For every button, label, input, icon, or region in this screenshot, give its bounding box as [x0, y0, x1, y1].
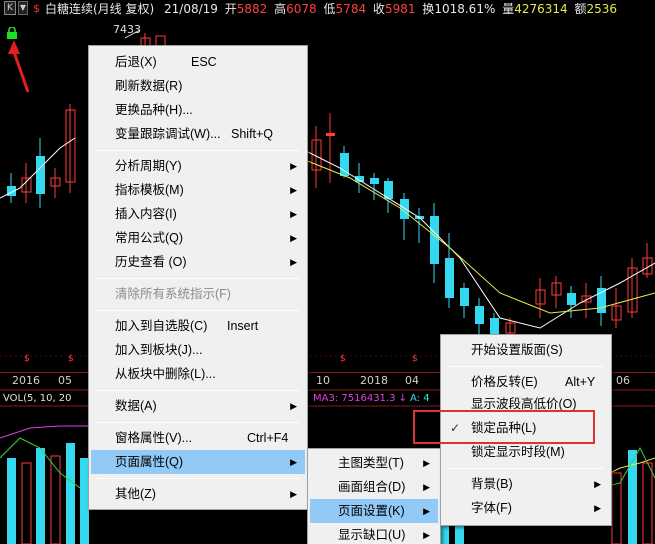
menu-item-common-formulas[interactable]: 常用公式(Q) ▶ — [91, 226, 305, 250]
vol-ma-line — [0, 425, 90, 439]
menu-item-background[interactable]: 背景(B) ▶ — [443, 472, 609, 496]
chart-type-button[interactable]: K — [4, 1, 16, 15]
candles-left — [7, 104, 76, 208]
low-value: 5784 — [335, 2, 367, 16]
amount-label: 额 — [574, 2, 587, 16]
candle — [370, 178, 379, 184]
candle — [567, 293, 576, 305]
annotation-arrow-icon — [8, 40, 30, 93]
instrument-name: 白糖连续(月线 复权) — [45, 2, 155, 16]
candle — [355, 176, 364, 182]
menu-item-history[interactable]: 历史查看 (O) ▶ — [91, 250, 305, 274]
signal-marker: $ — [412, 354, 418, 364]
candle — [430, 216, 439, 264]
close-label: 收 — [372, 2, 385, 16]
submenu-arrow-icon: ▶ — [290, 401, 297, 411]
low-label: 低 — [323, 2, 336, 16]
menu-item-insert-content[interactable]: 插入内容(I) ▶ — [91, 202, 305, 226]
menu-item-back[interactable]: 后退(X) ESC — [91, 50, 305, 74]
page-properties-submenu: 主图类型(T) ▶ 画面组合(D) ▶ 页面设置(K) ▶ 显示缺口(U) ▶ — [307, 448, 441, 544]
volume-label: 量 — [502, 2, 515, 16]
menu-item-pane-properties[interactable]: 窗格属性(V)... Ctrl+F4 — [91, 426, 305, 450]
submenu-arrow-icon: ▶ — [290, 233, 297, 243]
submenu-arrow-icon: ▶ — [423, 506, 430, 516]
menu-item-clear-indicators[interactable]: 清除所有系统指示(F) — [91, 282, 305, 306]
submenu-arrow-icon: ▶ — [423, 530, 430, 540]
quote-info-bar: K ▼ $ 白糖连续(月线 复权) 21/08/19 开5882 高6078 低… — [0, 0, 655, 18]
high-price-marker: 7433 — [113, 23, 141, 36]
menu-item-period[interactable]: 分析周期(Y) ▶ — [91, 154, 305, 178]
signal-marker: $ — [68, 354, 74, 364]
context-menu: 后退(X) ESC 刷新数据(R) 更换品种(H)... 变量跟踪调试(W)...… — [88, 45, 308, 510]
menu-item-main-chart-type[interactable]: 主图类型(T) ▶ — [310, 451, 438, 475]
submenu-arrow-icon: ▶ — [423, 482, 430, 492]
menu-item-page-setup[interactable]: 页面设置(K) ▶ — [310, 499, 438, 523]
submenu-arrow-icon: ▶ — [290, 489, 297, 499]
time-label: 10 — [316, 374, 330, 387]
menu-item-add-to-board[interactable]: 加入到板块(J)... — [91, 338, 305, 362]
time-label: 05 — [58, 374, 72, 387]
submenu-arrow-icon: ▶ — [290, 209, 297, 219]
open-label: 开 — [224, 2, 237, 16]
menu-item-layout-combination[interactable]: 画面组合(D) ▶ — [310, 475, 438, 499]
menu-item-add-watchlist[interactable]: 加入到自选股(C) Insert — [91, 314, 305, 338]
menu-item-refresh[interactable]: 刷新数据(R) — [91, 74, 305, 98]
signal-marker: $ — [24, 354, 30, 364]
menu-item-data[interactable]: 数据(A) ▶ — [91, 394, 305, 418]
volume-value: 4276314 — [514, 2, 568, 16]
candle — [460, 288, 469, 306]
menu-item-font[interactable]: 字体(F) ▶ — [443, 496, 609, 520]
chevron-down-icon[interactable]: ▼ — [18, 1, 28, 15]
submenu-arrow-icon: ▶ — [290, 185, 297, 195]
highlight-annotation-box — [413, 410, 595, 444]
menu-item-price-invert[interactable]: 价格反转(E) Alt+Y — [443, 370, 609, 394]
menu-item-show-gaps[interactable]: 显示缺口(U) ▶ — [310, 523, 438, 544]
menu-item-page-properties[interactable]: 页面属性(Q) ▶ — [91, 450, 305, 474]
high-label: 高 — [274, 2, 287, 16]
menu-item-indicator-template[interactable]: 指标模板(M) ▶ — [91, 178, 305, 202]
time-label: 06 — [616, 374, 630, 387]
signal-marker: $ — [340, 354, 346, 364]
candle — [445, 258, 454, 298]
candle — [36, 156, 45, 194]
submenu-arrow-icon: ▶ — [423, 458, 430, 468]
submenu-arrow-icon: ▶ — [290, 161, 297, 171]
submenu-arrow-icon: ▶ — [290, 457, 297, 467]
time-label: 2016 — [12, 374, 40, 387]
turnover-value: 1018.61% — [434, 2, 496, 16]
a4-label: A: 4 — [410, 393, 430, 404]
ma3-label: MA3: 7516431.3 ↓ — [313, 393, 408, 404]
close-value: 5981 — [384, 2, 416, 16]
bar-date: 21/08/19 — [164, 2, 218, 16]
submenu-arrow-icon: ▶ — [594, 479, 601, 489]
volume-indicator-label: VOL(5, 10, 20 — [3, 393, 72, 404]
time-label: 04 — [405, 374, 419, 387]
quote-line: 白糖连续(月线 复权) 21/08/19 开5882 高6078 低5784 收… — [45, 0, 617, 18]
time-label: 2018 — [360, 374, 388, 387]
candle — [475, 306, 484, 324]
menu-item-variable-debug[interactable]: 变量跟踪调试(W)... Shift+Q — [91, 122, 305, 146]
dollar-icon: $ — [33, 2, 40, 15]
menu-item-remove-from-board[interactable]: 从板块中删除(L)... — [91, 362, 305, 386]
amount-value: 2536 — [586, 2, 618, 16]
candle — [326, 133, 335, 136]
high-value: 6078 — [286, 2, 317, 16]
submenu-arrow-icon: ▶ — [290, 257, 297, 267]
candles-right — [311, 113, 653, 348]
menu-item-start-layout[interactable]: 开始设置版面(S) — [443, 338, 609, 362]
menu-item-other[interactable]: 其他(Z) ▶ — [91, 482, 305, 506]
menu-item-change-instrument[interactable]: 更换品种(H)... — [91, 98, 305, 122]
open-value: 5882 — [236, 2, 268, 16]
turnover-label: 换 — [422, 2, 435, 16]
submenu-arrow-icon: ▶ — [594, 503, 601, 513]
